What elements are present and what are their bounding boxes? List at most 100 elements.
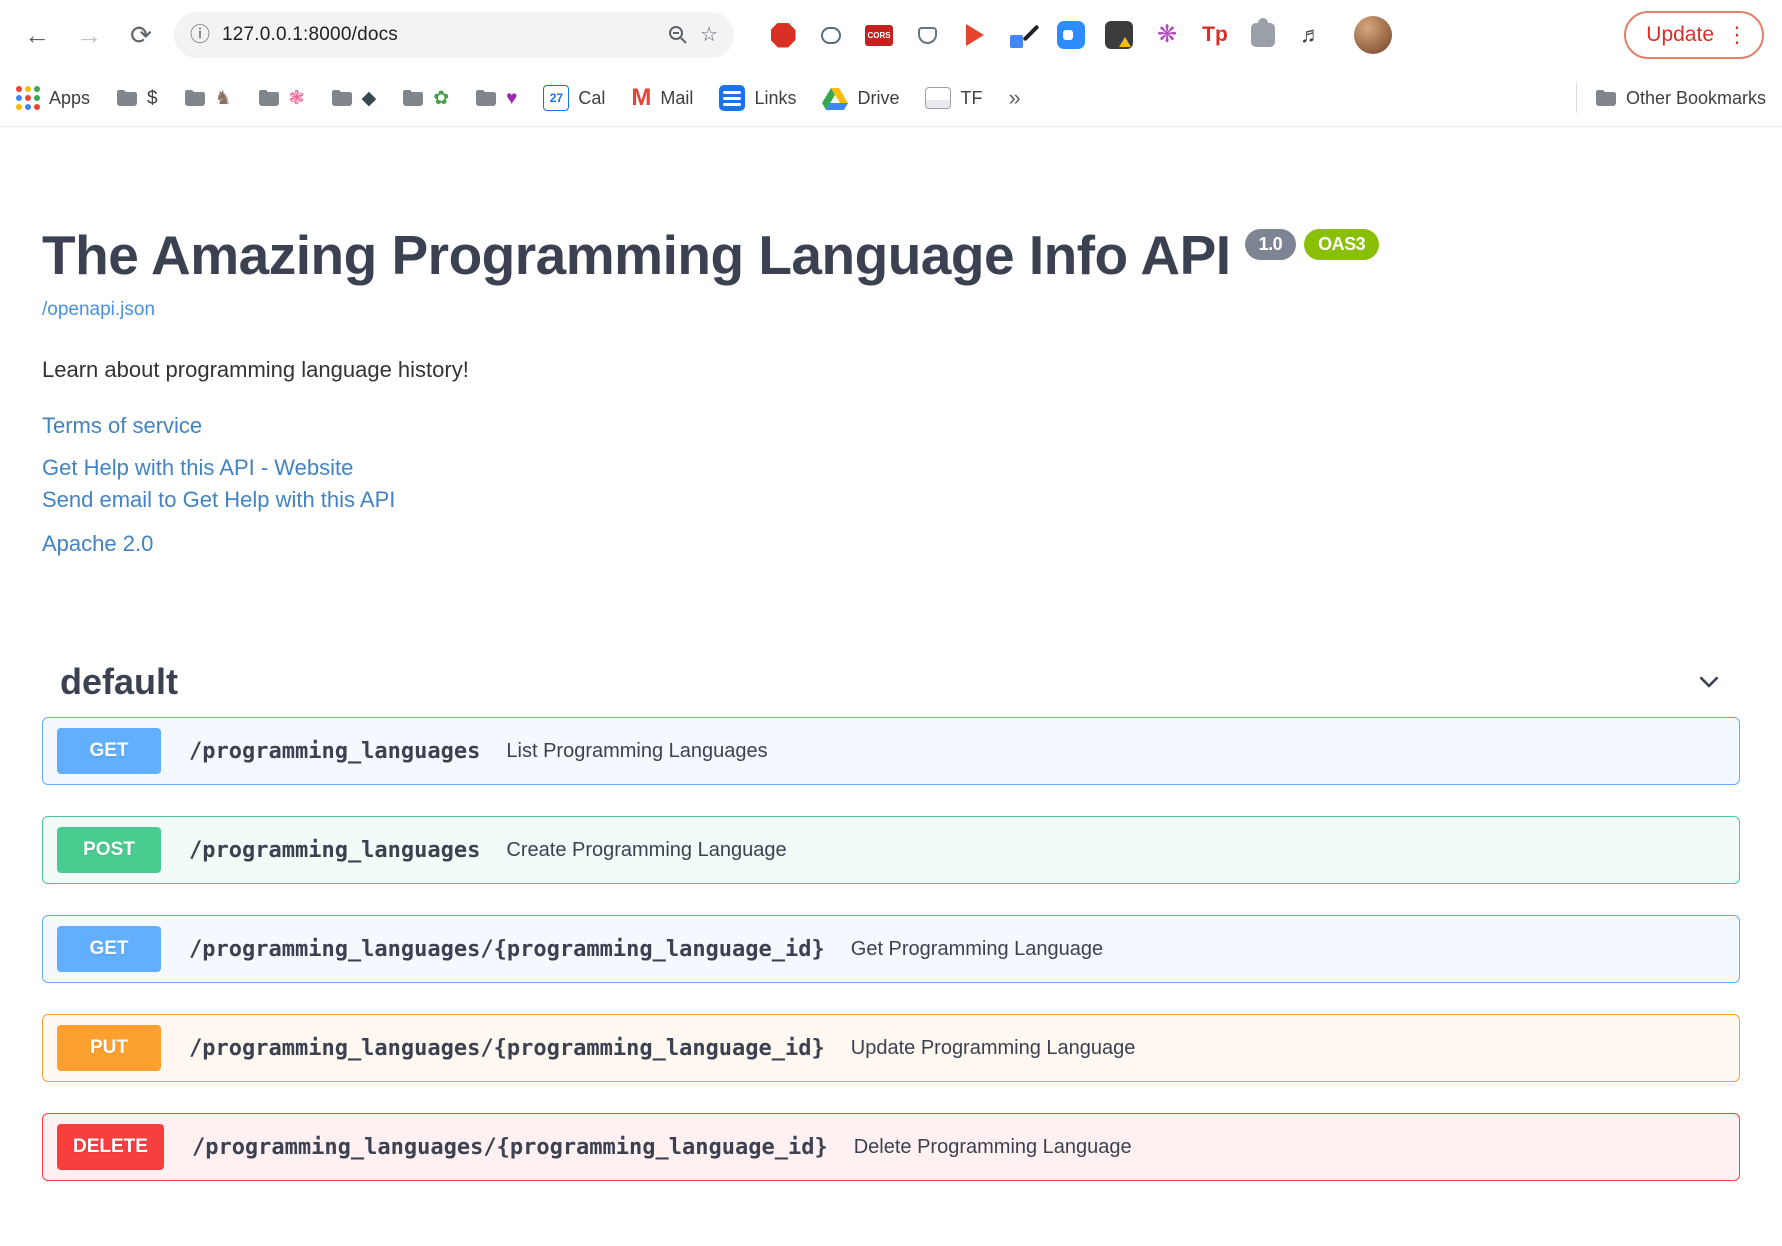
bookmark-folder-brain[interactable]: ❃	[258, 89, 305, 108]
url-text[interactable]: 127.0.0.1:8000/docs	[222, 24, 656, 46]
oas3-badge: OAS3	[1304, 229, 1380, 260]
folder-icon	[1595, 90, 1616, 106]
pocket-extension-icon[interactable]	[912, 20, 942, 50]
bookmark-tf[interactable]: TF	[925, 87, 982, 109]
chevron-down-icon[interactable]	[1696, 669, 1722, 695]
other-bookmarks[interactable]: Other Bookmarks	[1595, 88, 1766, 109]
info-links: Terms of service Get Help with this API …	[42, 413, 1740, 557]
stop-hand-extension-icon[interactable]	[768, 20, 798, 50]
cors-extension-icon[interactable]: CORS	[864, 20, 894, 50]
arrow-shape	[966, 24, 984, 46]
forward-icon[interactable]: →	[70, 16, 108, 54]
endpoint-list: GET /programming_languages List Programm…	[42, 717, 1740, 1181]
folder-icon	[184, 90, 205, 106]
puzzle-extension-icon[interactable]	[1248, 18, 1278, 50]
method-badge: PUT	[57, 1025, 161, 1071]
version-badge: 1.0	[1244, 229, 1297, 260]
swagger-page: The Amazing Programming Language Info AP…	[0, 127, 1782, 1181]
octagon-shape	[770, 22, 796, 48]
method-badge: DELETE	[57, 1124, 164, 1170]
endpoint-summary: Get Programming Language	[850, 937, 1104, 960]
dark-warning-extension-icon[interactable]	[1104, 20, 1134, 50]
links-icon	[719, 85, 746, 111]
method-badge: GET	[57, 728, 161, 774]
endpoint-path: /programming_languages	[189, 738, 481, 764]
bookmark-gmail[interactable]: M Mail	[631, 86, 693, 110]
purple-flower-extension-icon[interactable]: ❋	[1152, 20, 1182, 50]
other-bookmarks-label: Other Bookmarks	[1625, 87, 1766, 108]
api-title-row: The Amazing Programming Language Info AP…	[42, 223, 1740, 287]
gmail-label: Mail	[660, 87, 694, 108]
default-section-header[interactable]: default	[42, 661, 1740, 717]
api-description: Learn about programming language history…	[42, 357, 469, 382]
endpoint-path: /programming_languages/{programming_lang…	[189, 936, 825, 962]
folder-emoji-label: ✿	[433, 87, 450, 109]
method-badge: GET	[57, 926, 161, 972]
bookmark-folder-school[interactable]: ◆	[331, 87, 377, 109]
profile-avatar[interactable]	[1354, 16, 1392, 54]
dropper-shape	[1010, 22, 1040, 48]
bookmarks-separator	[1575, 83, 1577, 113]
endpoint-row-put-update[interactable]: PUT /programming_languages/{programming_…	[42, 1014, 1740, 1082]
license-link[interactable]: Apache 2.0	[42, 531, 153, 557]
overflow-menu-icon[interactable]: ⋮	[1726, 22, 1748, 48]
chrome-update-button[interactable]: Update ⋮	[1624, 11, 1764, 59]
music-queue-extension-icon[interactable]: ♬	[1296, 20, 1326, 50]
puzzle-shape	[1251, 18, 1275, 47]
endpoint-row-post-create[interactable]: POST /programming_languages Create Progr…	[42, 816, 1740, 884]
speech-bubble-extension-icon[interactable]	[816, 20, 846, 50]
zoom-out-icon[interactable]	[668, 25, 688, 45]
endpoint-path: /programming_languages	[189, 837, 481, 863]
drive-icon	[822, 87, 849, 110]
openapi-json-link[interactable]: /openapi.json	[42, 299, 155, 321]
folder-icon	[403, 90, 424, 106]
page-info-icon[interactable]: ⓘ	[190, 25, 210, 45]
folder-emoji-label: ◆	[361, 87, 377, 109]
help-email-link[interactable]: Send email to Get Help with this API	[42, 487, 395, 513]
bookmarks-overflow-icon[interactable]: »	[1008, 85, 1020, 111]
tf-icon	[925, 87, 952, 109]
endpoint-row-get-list[interactable]: GET /programming_languages List Programm…	[42, 717, 1740, 785]
eyedropper-extension-icon[interactable]	[1008, 20, 1040, 50]
folder-emoji-label: ♥	[506, 87, 518, 109]
endpoint-row-get-one[interactable]: GET /programming_languages/{programming_…	[42, 915, 1740, 983]
apps-grid-icon	[16, 86, 40, 110]
red-arrow-extension-icon[interactable]	[960, 20, 990, 50]
folder-icon	[258, 90, 279, 106]
tp-label: Tp	[1202, 23, 1228, 46]
flower-glyph: ❋	[1156, 21, 1178, 48]
endpoint-summary: Update Programming Language	[850, 1036, 1136, 1059]
endpoint-row-delete[interactable]: DELETE /programming_languages/{programmi…	[42, 1113, 1740, 1181]
calendar-label: Cal	[578, 87, 606, 108]
zoom-camera-extension-icon[interactable]	[1056, 20, 1086, 50]
section-title: default	[60, 661, 179, 702]
bookmark-drive[interactable]: Drive	[822, 87, 899, 110]
apps-shortcut[interactable]: Apps	[16, 86, 90, 110]
bookmarks-bar: Apps $ ♞ ❃ ◆ ✿ ♥ 27 Cal M Mail Links Dri…	[0, 70, 1782, 127]
browser-toolbar: ← → ⟳ ⓘ 127.0.0.1:8000/docs ☆ CORS ❋ Tp …	[0, 0, 1782, 70]
music-glyph: ♬	[1300, 22, 1322, 47]
address-bar[interactable]: ⓘ 127.0.0.1:8000/docs ☆	[174, 12, 734, 58]
bookmark-folder-finance[interactable]: $	[116, 89, 158, 108]
drive-label: Drive	[857, 87, 900, 108]
extensions-row: CORS ❋ Tp ♬	[768, 18, 1326, 50]
calendar-icon: 27	[543, 85, 570, 111]
bookmark-folder-plants[interactable]: ✿	[402, 89, 449, 108]
help-website-link[interactable]: Get Help with this API - Website	[42, 455, 353, 481]
bookmark-links[interactable]: Links	[719, 85, 796, 111]
apps-label: Apps	[49, 87, 91, 108]
endpoint-summary: List Programming Languages	[506, 739, 768, 762]
back-icon[interactable]: ←	[18, 16, 56, 54]
bookmark-star-icon[interactable]: ☆	[700, 25, 718, 45]
warning-shape	[1105, 21, 1133, 49]
method-badge: POST	[57, 827, 161, 873]
reload-icon[interactable]: ⟳	[122, 16, 160, 54]
bookmark-calendar[interactable]: 27 Cal	[543, 85, 605, 111]
cors-badge: CORS	[865, 24, 893, 46]
terms-of-service-link[interactable]: Terms of service	[42, 413, 202, 439]
tp-extension-icon[interactable]: Tp	[1200, 20, 1230, 50]
gmail-icon: M	[631, 84, 652, 111]
folder-emoji-label: ♞	[214, 87, 232, 109]
bookmark-folder-heart[interactable]: ♥	[475, 89, 517, 108]
bookmark-folder-horse[interactable]: ♞	[184, 89, 232, 108]
